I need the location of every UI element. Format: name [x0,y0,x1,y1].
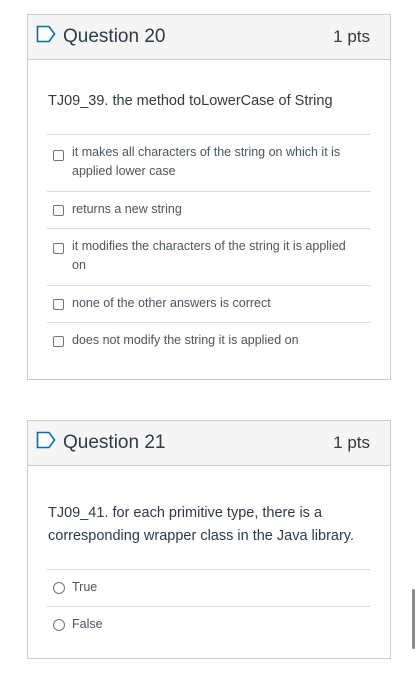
checkbox[interactable] [53,336,64,347]
answer-option[interactable]: False [47,606,371,643]
answer-label: it modifies the characters of the string… [72,239,346,272]
answer-label: True [72,580,98,594]
answer-option[interactable]: True [47,569,371,606]
question-title: Question 20 [63,26,166,47]
answer-list: it makes all characters of the string on… [47,134,371,359]
answer-option[interactable]: none of the other answers is correct [47,285,371,322]
flag-icon[interactable] [36,25,56,43]
answer-option[interactable]: it modifies the characters of the string… [47,228,371,285]
question-header: Question 20 1 pts [28,15,390,60]
answer-label: does not modify the string it is applied… [72,333,299,347]
question-card-21: Question 21 1 pts TJ09_41. for each prim… [27,420,391,659]
question-points: 1 pts [333,433,370,452]
flag-icon[interactable] [36,431,56,449]
question-title: Question 21 [63,432,166,453]
answer-option[interactable]: returns a new string [47,191,371,228]
question-prompt: TJ09_41. for each primitive type, there … [48,505,354,544]
question-prompt: TJ09_39. the method toLowerCase of Strin… [48,93,333,109]
answer-label: it makes all characters of the string on… [72,145,341,178]
answer-option[interactable]: does not modify the string it is applied… [47,322,371,359]
answer-label: none of the other answers is correct [72,296,271,310]
question-header: Question 21 1 pts [28,421,390,466]
answer-list: True False [47,569,371,643]
checkbox[interactable] [53,150,64,161]
question-points: 1 pts [333,27,370,46]
checkbox[interactable] [53,299,64,310]
radio-button[interactable] [53,619,65,631]
radio-button[interactable] [53,582,65,594]
checkbox[interactable] [53,243,64,254]
scrollbar[interactable] [412,589,415,649]
question-card-20: Question 20 1 pts TJ09_39. the method to… [27,14,391,380]
checkbox[interactable] [53,205,64,216]
answer-label: False [72,617,103,631]
answer-label: returns a new string [72,202,182,216]
answer-option[interactable]: it makes all characters of the string on… [47,134,371,191]
